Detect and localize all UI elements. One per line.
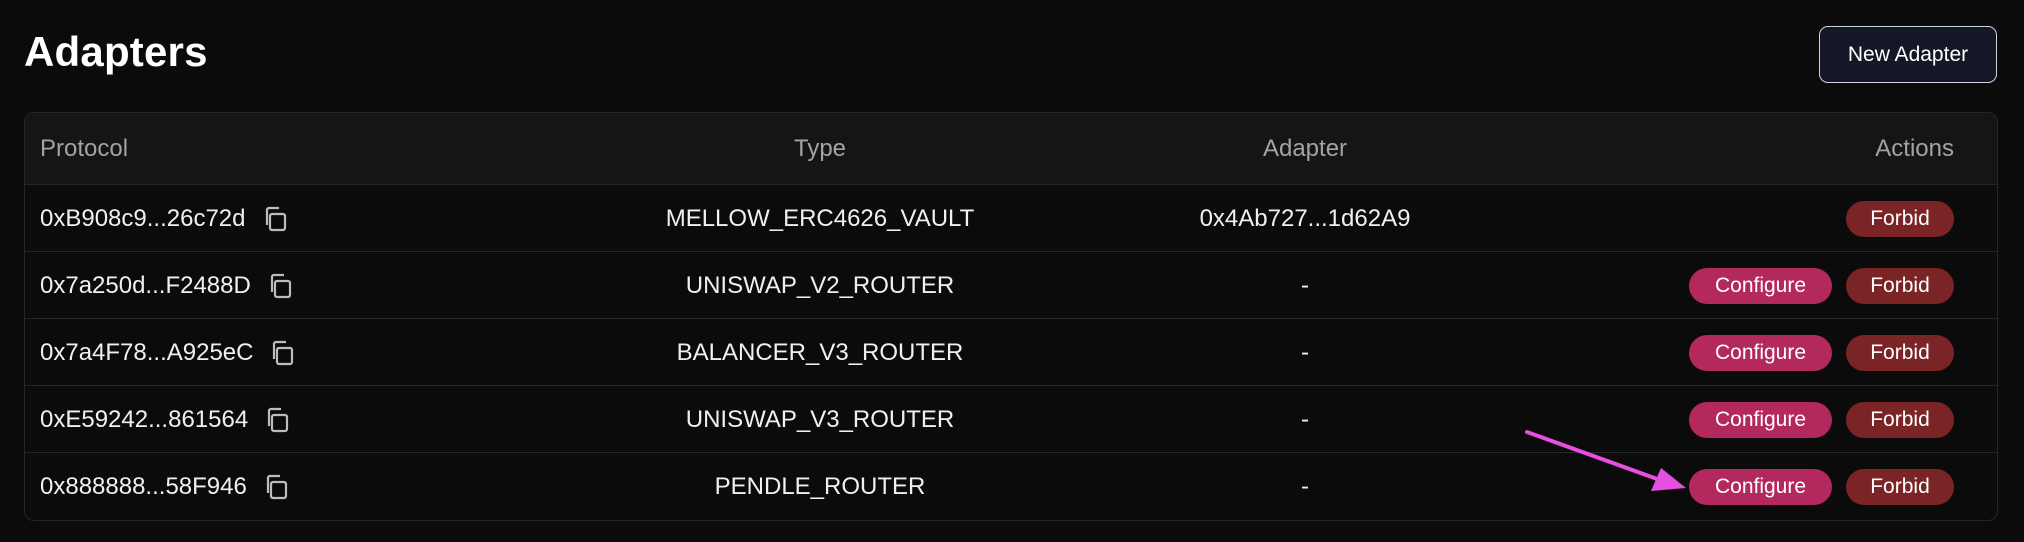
adapter-cell: - [1301, 272, 1309, 299]
adapter-cell: 0x4Ab727...1d62A9 [1199, 205, 1411, 232]
table-row: 0x888888...58F946 PENDLE_ROUTER - Config… [25, 453, 1997, 520]
actions-cell: Configure Forbid [1689, 252, 1954, 319]
configure-button[interactable]: Configure [1689, 468, 1832, 505]
protocol-cell: 0xE59242...861564 [40, 386, 292, 453]
copy-icon[interactable] [262, 405, 292, 435]
protocol-address: 0xE59242...861564 [40, 405, 249, 433]
forbid-button[interactable]: Forbid [1846, 200, 1954, 237]
table-row: 0xE59242...861564 UNISWAP_V3_ROUTER - Co… [25, 386, 1997, 453]
protocol-cell: 0x888888...58F946 [40, 453, 291, 520]
column-header-protocol: Protocol [40, 135, 129, 162]
table-header: Protocol Type Adapter Actions [25, 113, 1997, 185]
table-row: 0xB908c9...26c72d MELLOW_ERC4626_VAULT 0… [25, 185, 1997, 252]
column-header-adapter: Adapter [1262, 135, 1348, 162]
actions-cell: Configure Forbid [1689, 453, 1954, 520]
configure-button[interactable]: Configure [1689, 401, 1832, 438]
copy-icon[interactable] [261, 472, 291, 502]
copy-icon[interactable] [265, 271, 295, 301]
adapter-cell: - [1301, 339, 1309, 366]
actions-cell: Forbid [1846, 185, 1954, 252]
protocol-cell: 0x7a250d...F2488D [40, 252, 295, 319]
protocol-address: 0x888888...58F946 [40, 472, 247, 500]
protocol-address: 0x7a4F78...A925eC [40, 338, 254, 366]
actions-cell: Configure Forbid [1689, 319, 1954, 386]
page-title: Adapters [24, 28, 208, 75]
configure-button[interactable]: Configure [1689, 334, 1832, 371]
forbid-button[interactable]: Forbid [1846, 401, 1954, 438]
protocol-address: 0x7a250d...F2488D [40, 271, 251, 299]
adapter-cell: - [1301, 406, 1309, 433]
table-row: 0x7a4F78...A925eC BALANCER_V3_ROUTER - C… [25, 319, 1997, 386]
protocol-cell: 0x7a4F78...A925eC [40, 319, 297, 386]
actions-cell: Configure Forbid [1689, 386, 1954, 453]
protocol-cell: 0xB908c9...26c72d [40, 185, 290, 252]
new-adapter-button[interactable]: New Adapter [1819, 26, 1997, 83]
forbid-button[interactable]: Forbid [1846, 468, 1954, 505]
forbid-button[interactable]: Forbid [1846, 267, 1954, 304]
table-row: 0x7a250d...F2488D UNISWAP_V2_ROUTER - Co… [25, 252, 1997, 319]
copy-icon[interactable] [267, 338, 297, 368]
forbid-button[interactable]: Forbid [1846, 334, 1954, 371]
protocol-address: 0xB908c9...26c72d [40, 204, 246, 232]
column-header-actions: Actions [1875, 135, 1954, 162]
adapters-page: Adapters New Adapter Protocol Type Adapt… [0, 0, 2024, 542]
configure-button[interactable]: Configure [1689, 267, 1832, 304]
copy-icon[interactable] [260, 204, 290, 234]
adapter-cell: - [1301, 473, 1309, 500]
adapters-table: Protocol Type Adapter Actions 0xB908c9..… [24, 112, 1998, 521]
